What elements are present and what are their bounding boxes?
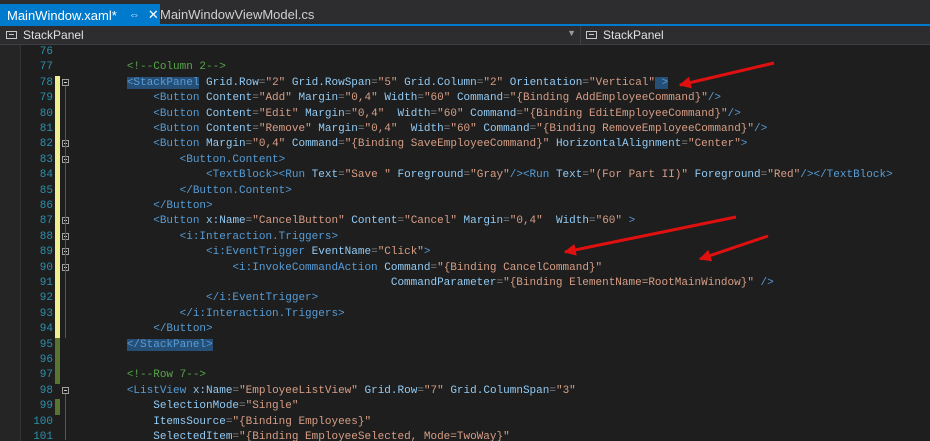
document-tab-strip: MainWindow.xaml* ⇔ ✕ MainWindowViewModel…: [0, 0, 930, 26]
divider: [580, 26, 581, 44]
element-icon: [586, 31, 597, 39]
chevron-down-icon[interactable]: ▼: [567, 28, 576, 38]
tab-label: MainWindow.xaml*: [7, 7, 117, 23]
type-dropdown[interactable]: StackPanel ▼: [6, 27, 576, 43]
annotation-layer: [563, 61, 775, 262]
annotation-arrow: [563, 215, 737, 256]
annotation-arrow: [698, 234, 769, 262]
close-icon[interactable]: ✕: [148, 7, 159, 23]
element-icon: [6, 31, 17, 39]
tab-mainwindowviewmodel-cs[interactable]: MainWindowViewModel.cs: [160, 4, 314, 24]
tab-mainwindow-xaml[interactable]: MainWindow.xaml* ⇔ ✕: [0, 4, 160, 26]
annotation-arrow: [678, 61, 775, 89]
navigation-bar: StackPanel ▼ StackPanel: [0, 26, 930, 45]
code-editor[interactable]: 76 77 <!--Column 2--> 78 <StackPanel Grid.…: [0, 45, 930, 441]
pin-icon[interactable]: ⇔: [129, 9, 140, 21]
member-dropdown[interactable]: StackPanel: [586, 27, 926, 43]
tab-label: MainWindowViewModel.cs: [160, 6, 315, 22]
type-dropdown-label: StackPanel: [23, 28, 84, 42]
member-dropdown-label: StackPanel: [603, 28, 664, 42]
